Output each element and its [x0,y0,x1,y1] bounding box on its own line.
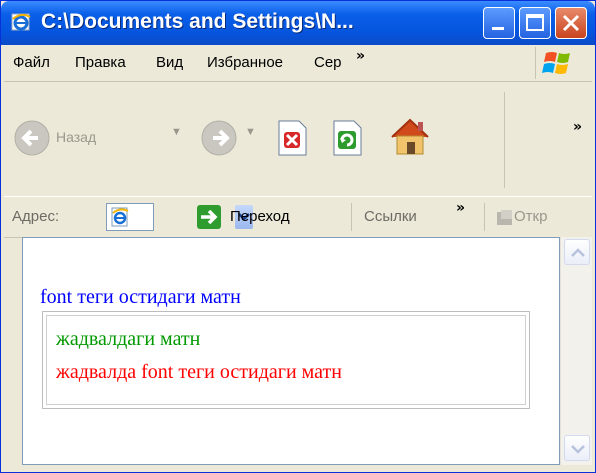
close-icon [562,14,580,32]
scroll-down-icon [571,445,585,454]
vertical-scrollbar[interactable] [560,237,592,465]
open-label[interactable]: Откр [514,208,590,225]
forward-arrow-icon [201,120,237,156]
toolbar-separator [504,92,505,188]
toolbar: Назад ▼ ▼ » [4,82,592,196]
scroll-down-button[interactable] [564,435,590,461]
back-dropdown-icon[interactable]: ▼ [171,126,182,138]
table-cell: жадвалдаги матн жадвалда font теги остид… [46,315,526,405]
windows-flag-icon [542,52,570,74]
forward-button[interactable] [200,119,238,161]
back-label[interactable]: Назад [56,129,96,145]
address-label: Адрес: [12,208,60,225]
links-chevron[interactable]: » [456,200,465,216]
forward-dropdown-icon[interactable]: ▼ [245,126,256,138]
menu-favorites[interactable]: Избранное [207,54,283,71]
table-row-2-text: жадвалда font теги остидаги матн [56,361,342,383]
address-separator [351,203,352,231]
open-icon [496,209,514,231]
minimize-button[interactable] [483,7,515,39]
font-text: font теги остидаги матн [40,286,241,308]
back-button[interactable] [13,119,51,161]
menu-edit[interactable]: Правка [75,54,126,71]
back-arrow-icon [14,120,50,156]
menu-bar: Файл Правка Вид Избранное Сер » [4,45,592,82]
maximize-icon [526,14,544,31]
menu-view[interactable]: Вид [156,54,183,71]
refresh-button[interactable] [330,119,364,161]
maximize-button[interactable] [519,7,551,39]
page-content: font теги остидаги матн жадвалдаги матн … [22,237,560,465]
menu-chevron[interactable]: » [356,48,365,64]
toolbar-chevron[interactable]: » [573,119,582,135]
links-label[interactable]: Ссылки [364,208,417,225]
go-arrow-icon [197,205,221,229]
window-title: C:\Documents and Settings\N... [41,10,354,33]
menu-file[interactable]: Файл [13,54,50,71]
content-table: жадвалдаги матн жадвалда font теги остид… [42,311,530,409]
close-button[interactable] [555,7,587,39]
go-label[interactable]: Переход [230,208,290,225]
minimize-icon [492,27,504,30]
table-row-1-text: жадвалдаги матн [56,328,201,350]
ie-page-icon [110,206,132,232]
menu-service[interactable]: Сер [314,54,355,71]
stop-button[interactable] [275,119,309,161]
windows-logo [535,47,592,79]
title-bar[interactable]: C:\Documents and Settings\N... [1,1,595,45]
address-input[interactable] [106,203,253,232]
scroll-up-icon [571,248,585,257]
address-bar: Адрес: Переход Ссылки » Откр [4,196,592,238]
home-button[interactable] [388,115,432,163]
stop-icon [278,120,307,156]
scroll-up-button[interactable] [564,239,590,265]
go-button[interactable] [196,204,222,234]
browser-window: C:\Documents and Settings\N... Файл Прав… [0,0,596,473]
links-separator [484,203,485,231]
refresh-icon [333,120,362,156]
ie-icon [9,10,33,34]
home-icon [391,118,429,155]
